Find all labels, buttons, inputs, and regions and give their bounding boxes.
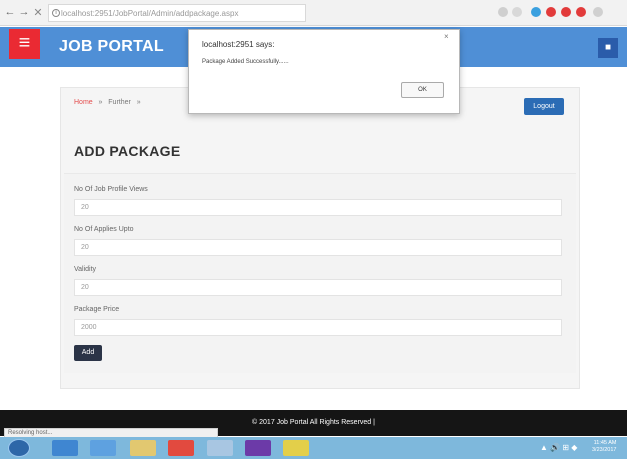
- job-profile-views-input[interactable]: 20: [74, 199, 562, 216]
- breadcrumb-separator: »: [98, 99, 103, 106]
- field-label-applies: No Of Applies Upto: [74, 226, 134, 233]
- clock: 11:45 AM 3/23/2017: [592, 440, 616, 454]
- extension-icon[interactable]: [576, 7, 586, 17]
- logout-button[interactable]: Logout: [524, 98, 564, 115]
- ok-button[interactable]: OK: [401, 82, 444, 98]
- taskbar-app-icon[interactable]: [207, 440, 233, 456]
- url-text: localhost:2951/JobPortal/Admin/addpackag…: [61, 9, 239, 18]
- start-button[interactable]: [8, 439, 30, 457]
- header-menu-button[interactable]: ■: [598, 38, 618, 58]
- menu-button[interactable]: ≡: [9, 29, 40, 59]
- field-label-validity: Validity: [74, 266, 97, 273]
- breadcrumb-separator: »: [136, 99, 141, 106]
- extension-icon[interactable]: [546, 7, 556, 17]
- alert-title: localhost:2951 says:: [202, 40, 275, 49]
- close-icon[interactable]: ×: [444, 32, 449, 41]
- taskbar-app-icon[interactable]: [90, 440, 116, 456]
- system-tray[interactable]: ▲ 🔊 ⊞ ◆: [540, 443, 577, 452]
- add-button[interactable]: Add: [74, 345, 102, 361]
- taskbar-app-icon[interactable]: [245, 440, 271, 456]
- stop-icon[interactable]: ✕: [32, 6, 44, 19]
- forward-icon[interactable]: →: [18, 6, 30, 18]
- footer-text: © 2017 Job Portal All Rights Reserved |: [252, 419, 375, 426]
- taskbar-app-icon[interactable]: [52, 440, 78, 456]
- clock-time: 11:45 AM: [593, 440, 617, 446]
- folder-icon[interactable]: [130, 440, 156, 456]
- page-title: ADD PACKAGE: [74, 143, 181, 159]
- taskbar-app-icon[interactable]: [283, 440, 309, 456]
- clock-date: 3/23/2017: [592, 447, 617, 453]
- extension-icon[interactable]: [561, 7, 571, 17]
- address-bar[interactable]: i localhost:2951/JobPortal/Admin/addpack…: [48, 4, 306, 22]
- validity-input[interactable]: 20: [74, 279, 562, 296]
- info-icon: i: [52, 9, 60, 17]
- breadcrumb: Home » Further »: [74, 99, 141, 106]
- brand-title[interactable]: JOB PORTAL: [59, 38, 164, 56]
- breadcrumb-item[interactable]: Further: [108, 99, 131, 106]
- applies-upto-input[interactable]: 20: [74, 239, 562, 256]
- field-label-price: Package Price: [74, 306, 120, 313]
- back-icon[interactable]: ←: [4, 6, 16, 18]
- breadcrumb-home[interactable]: Home: [74, 99, 93, 106]
- search-icon[interactable]: [498, 7, 508, 17]
- home-icon[interactable]: [593, 7, 603, 17]
- star-icon[interactable]: [512, 7, 522, 17]
- extension-icon[interactable]: [531, 7, 541, 17]
- field-label-views: No Of Job Profile Views: [74, 186, 148, 193]
- alert-message: Package Added Successfully......: [202, 59, 289, 65]
- taskbar-app-icon[interactable]: [168, 440, 194, 456]
- package-price-input[interactable]: 2000: [74, 319, 562, 336]
